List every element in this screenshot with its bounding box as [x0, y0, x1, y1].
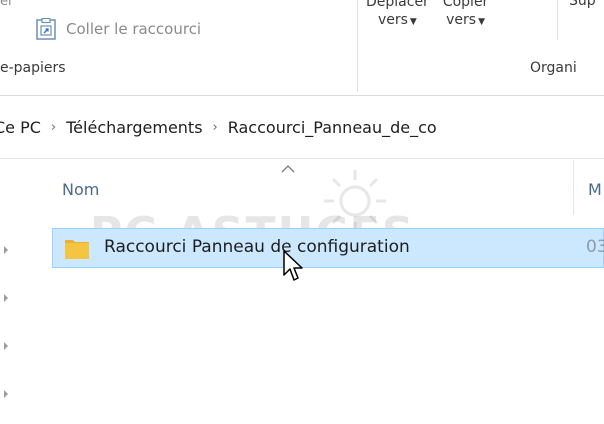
breadcrumb-item-downloads[interactable]: Téléchargements	[66, 118, 202, 137]
paste-shortcut-label: Coller le raccourci	[66, 20, 202, 38]
file-name[interactable]: Raccourci Panneau de configuration	[104, 237, 410, 257]
copy-to-button[interactable]: Copier vers ▼	[443, 0, 489, 31]
navigation-pane	[0, 160, 28, 424]
breadcrumb-item-current-folder[interactable]: Raccourci_Panneau_de_co	[228, 118, 437, 137]
organize-group-label: Organi	[530, 60, 577, 76]
column-divider[interactable]	[573, 160, 574, 215]
ribbon-divider	[557, 0, 558, 40]
clipboard-group-label: e-papiers	[0, 60, 66, 76]
chevron-down-icon: ▼	[409, 17, 417, 27]
copy-to-label-top: Copier	[442, 0, 489, 10]
move-to-button[interactable]: Déplacer vers ▼	[366, 0, 429, 31]
breadcrumb-separator-icon: ›	[212, 120, 218, 135]
chevron-down-icon: ▼	[478, 17, 486, 27]
expand-arrow-icon[interactable]	[4, 390, 8, 398]
paste-shortcut-icon	[36, 18, 56, 40]
folder-icon	[65, 240, 89, 259]
file-date-modified: 03	[586, 237, 604, 257]
paste-shortcut-button[interactable]: Coller le raccourci	[36, 12, 201, 46]
expand-arrow-icon[interactable]	[4, 246, 8, 254]
ribbon-divider	[357, 0, 358, 92]
mouse-pointer-icon	[283, 250, 303, 281]
sort-ascending-icon	[281, 165, 295, 173]
column-header-modified[interactable]: M	[588, 180, 602, 199]
ribbon-fragment-label: er	[0, 0, 14, 9]
address-bar[interactable]: Ce PC › Téléchargements › Raccourci_Pann…	[0, 96, 604, 159]
move-to-label-top: Déplacer	[366, 0, 429, 10]
delete-button[interactable]: Sup	[569, 0, 596, 9]
column-header-name[interactable]: Nom	[62, 180, 99, 199]
expand-arrow-icon[interactable]	[4, 342, 8, 350]
breadcrumb-separator-icon: ›	[50, 120, 57, 135]
ribbon: er Coller le raccourci e-papiers Déplace…	[0, 0, 604, 96]
breadcrumb-item-this-pc[interactable]: Ce PC	[0, 118, 41, 137]
breadcrumb: Ce PC › Téléchargements › Raccourci_Pann…	[0, 118, 437, 137]
move-to-label-bottom: vers	[377, 12, 408, 28]
copy-to-label-bottom: vers	[446, 12, 477, 28]
expand-arrow-icon[interactable]	[4, 294, 8, 302]
organize-buttons: Déplacer vers ▼ Copier vers ▼	[366, 0, 488, 31]
